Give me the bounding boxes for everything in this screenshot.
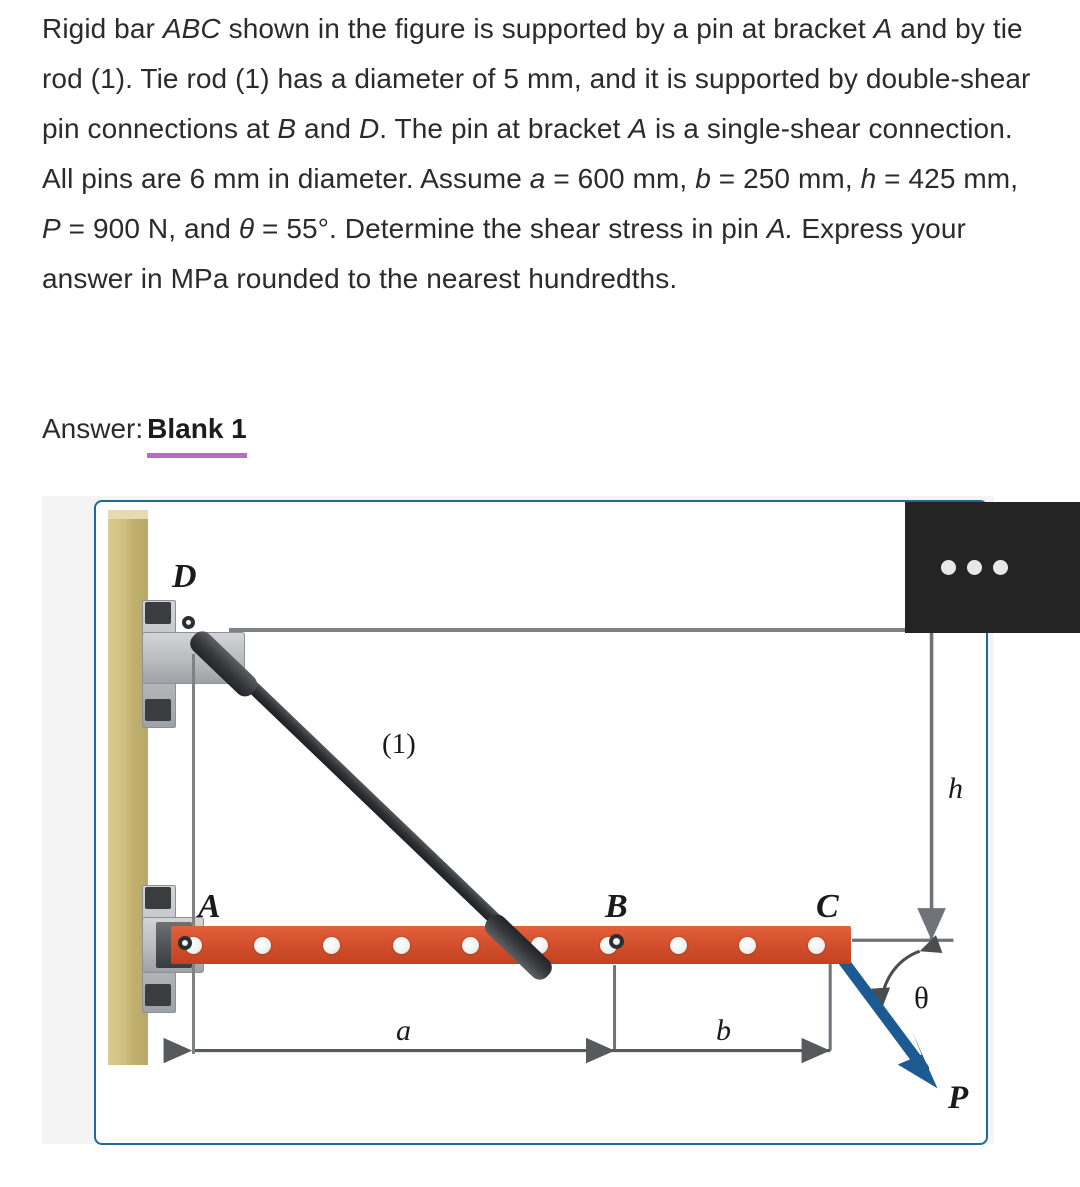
answer-row: Answer: Blank 1 [42,408,247,458]
problem-text-run: and [296,113,359,144]
figure-canvas: D A B C (1) h a b θ P [96,502,986,1143]
page-root: Rigid bar ABC shown in the figure is sup… [0,0,1080,1187]
dimension-h-svg [163,598,954,1089]
problem-variable: a [529,163,546,194]
pin-a [178,936,192,950]
problem-statement: Rigid bar ABC shown in the figure is sup… [42,4,1034,304]
problem-text-run: = 425 mm, [876,163,1019,194]
label-force-p: P [948,1080,969,1116]
bar-hole [739,937,756,954]
problem-text-run: shown in the figure is supported by a pi… [220,13,874,44]
bar-hole [462,937,479,954]
reference-line-horizontal [229,628,959,632]
label-tie-rod: (1) [382,728,416,760]
problem-text-run: = 600 mm, [545,163,696,194]
pin-b [609,934,624,949]
more-options-menu[interactable] [905,502,1080,633]
problem-variable: ABC [162,13,221,44]
pin-d [182,616,195,629]
problem-variable: A. [766,213,794,244]
dot-2 [967,560,982,575]
label-point-d: D [172,558,197,595]
force-arrow-p [830,945,938,1089]
problem-text-run: = 900 N, and [60,213,239,244]
dot-1 [941,560,956,575]
problem-variable: D [358,113,380,144]
label-point-b: B [605,888,628,925]
problem-variable: h [860,163,877,194]
problem-text-run: = 250 mm, [710,163,861,194]
problem-text-run: Rigid bar [42,13,163,44]
ellipsis-icon[interactable] [941,560,1008,575]
problem-variable: A [628,113,648,144]
label-dim-b: b [716,1014,731,1047]
label-dim-a: a [396,1014,411,1047]
problem-variable: θ [238,213,255,244]
bar-hole [323,937,340,954]
answer-label: Answer: [42,413,144,444]
dot-3 [993,560,1008,575]
bar-hole [393,937,410,954]
problem-variable: P [42,213,61,244]
bar-hole [254,937,271,954]
label-angle-theta: θ [914,980,929,1015]
problem-variable: A [873,13,893,44]
problem-text-run: = 55°. Determine the shear stress in pin [254,213,767,244]
bar-hole [808,937,825,954]
answer-blank-1[interactable]: Blank 1 [147,408,247,458]
label-point-a: A [198,888,221,925]
label-point-c: C [816,888,839,925]
problem-variable: b [695,163,711,194]
figure-container[interactable]: D A B C (1) h a b θ P [94,500,988,1145]
label-dim-h: h [948,772,963,805]
problem-text-run: . The pin at bracket [379,113,629,144]
extension-line-d-vertical [192,654,195,1054]
problem-variable: B [277,113,297,144]
bar-hole [670,937,687,954]
